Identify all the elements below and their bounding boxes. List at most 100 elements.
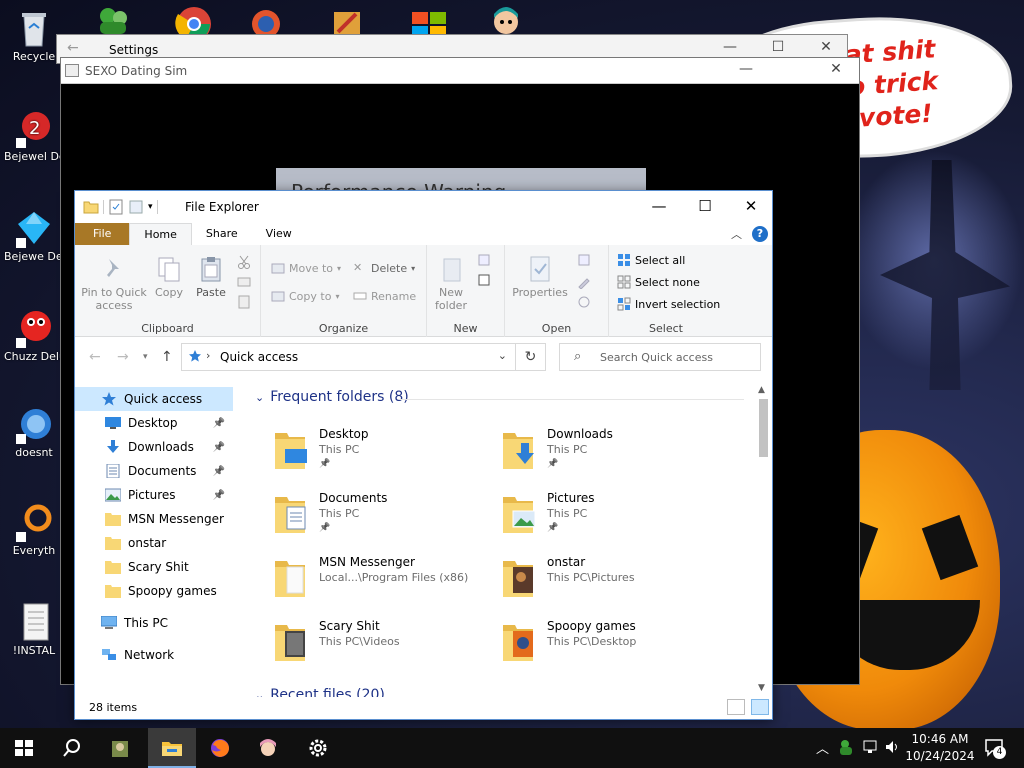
msn-tray-icon[interactable] <box>838 738 856 768</box>
refresh-button[interactable]: ↻ <box>516 343 546 371</box>
folder-tile-downloads[interactable]: Downloads This PC 📌 <box>503 423 723 479</box>
copy-to-button[interactable]: Copy to ▾ <box>271 289 339 303</box>
address-dropdown-icon[interactable]: ⌄ <box>498 349 507 362</box>
sidebar-item-scary-shit[interactable]: Scary Shit <box>75 555 233 579</box>
taskbar-firefox[interactable] <box>196 728 244 768</box>
new-folder-button[interactable]: New folder <box>433 255 469 312</box>
search-box[interactable]: ⌕ Search Quick access <box>559 343 761 371</box>
taskbar-clock[interactable]: 10:46 AM 10/24/2024 <box>900 731 980 765</box>
network-tray-icon[interactable] <box>862 738 880 768</box>
sidebar-item-quick-access[interactable]: Quick access <box>75 387 233 411</box>
start-button[interactable] <box>0 728 48 768</box>
sidebar-item-network[interactable]: Network <box>75 643 233 667</box>
copy-path-icon[interactable] <box>237 275 251 289</box>
paste-shortcut-icon[interactable] <box>237 295 251 309</box>
large-icons-view-icon[interactable] <box>751 699 769 715</box>
taskbar-settings[interactable] <box>294 728 342 768</box>
game-desktop-icon[interactable] <box>330 4 374 34</box>
rename-button[interactable]: Rename <box>353 289 416 303</box>
select-all-button[interactable]: Select all <box>617 253 685 267</box>
close-icon[interactable]: ✕ <box>813 61 859 77</box>
tab-view[interactable]: View <box>252 223 306 245</box>
invert-selection-button[interactable]: Invert selection <box>617 297 720 311</box>
back-arrow-icon[interactable]: ← <box>89 349 101 365</box>
copy-button[interactable]: Copy <box>153 255 185 299</box>
minimize-icon[interactable]: — <box>707 39 753 55</box>
frequent-folders-header[interactable]: ⌄ Frequent folders (8) <box>255 389 409 405</box>
close-icon[interactable]: ✕ <box>728 191 774 223</box>
character-desktop-icon[interactable] <box>486 4 530 34</box>
scroll-down-icon[interactable]: ▼ <box>758 683 765 693</box>
edit-icon[interactable] <box>577 275 591 290</box>
folder-tile-pictures[interactable]: Pictures This PC 📌 <box>503 487 723 543</box>
tab-home[interactable]: Home <box>129 223 192 245</box>
sidebar-item-pictures[interactable]: Pictures 📌 <box>75 483 233 507</box>
install-desktop-icon[interactable]: !INSTAL <box>4 602 64 657</box>
folder-tile-onstar[interactable]: onstar This PC\Pictures <box>503 551 723 607</box>
properties-icon[interactable] <box>108 199 124 215</box>
new-item-icon[interactable] <box>477 253 491 267</box>
delete-button[interactable]: ✕ Delete ▾ <box>353 261 415 275</box>
open-icon[interactable] <box>577 253 591 267</box>
folder-tile-msn-messenger[interactable]: MSN Messenger Local...\Program Files (x86… <box>275 551 495 607</box>
maximize-icon[interactable]: ☐ <box>682 191 728 223</box>
game-window-titlebar[interactable]: SEXO Dating Sim — ✕ <box>61 58 859 84</box>
move-to-button[interactable]: Move to ▾ <box>271 261 341 275</box>
details-view-icon[interactable] <box>727 699 745 715</box>
notification-center-icon[interactable]: 4 <box>984 737 1006 768</box>
app-desktop-icon[interactable] <box>248 4 292 38</box>
pin-to-quick-access-button[interactable]: Pin to Quick access <box>81 255 147 312</box>
msn-messenger-desktop-icon[interactable] <box>92 4 136 34</box>
sidebar-item-documents[interactable]: Documents 📌 <box>75 459 233 483</box>
scroll-up-icon[interactable]: ▲ <box>758 385 765 395</box>
sidebar-item-this-pc[interactable]: This PC <box>75 611 233 635</box>
bejeweled-desktop-icon[interactable]: 2 Bejewel Delux <box>4 108 64 163</box>
address-bar[interactable]: › Quick access ⌄ <box>181 343 516 371</box>
collapse-ribbon-icon[interactable]: ︿ <box>731 226 742 242</box>
sidebar-item-desktop[interactable]: Desktop 📌 <box>75 411 233 435</box>
sidebar-item-onstar[interactable]: onstar <box>75 531 233 555</box>
back-arrow-icon[interactable]: ← <box>67 40 79 56</box>
everything-desktop-icon[interactable]: Everyth <box>4 502 64 557</box>
tab-file[interactable]: File <box>75 223 130 245</box>
sidebar-item-msn-messenger[interactable]: MSN Messenger <box>75 507 233 531</box>
search-button[interactable] <box>48 728 96 768</box>
cut-icon[interactable] <box>237 255 251 269</box>
close-icon[interactable]: ✕ <box>803 39 849 55</box>
properties-button[interactable]: Properties <box>511 255 569 299</box>
file-explorer-window[interactable]: ▾ File Explorer — ☐ ✕ File Home Share Vi… <box>74 190 773 720</box>
chuzzle-desktop-icon[interactable]: Chuzz Delux <box>4 308 64 363</box>
breadcrumb-chevron-icon[interactable]: › <box>206 349 210 362</box>
sidebar-item-downloads[interactable]: Downloads 📌 <box>75 435 233 459</box>
new-folder-icon[interactable] <box>128 199 144 215</box>
folder-tile-desktop[interactable]: Desktop This PC 📌 <box>275 423 495 479</box>
vertical-scrollbar[interactable]: ▲ ▼ <box>755 379 772 697</box>
tab-share[interactable]: Share <box>192 223 252 245</box>
taskbar-character-app[interactable] <box>244 728 292 768</box>
windows-desktop-icon[interactable] <box>408 4 452 34</box>
help-icon[interactable]: ? <box>752 226 768 242</box>
up-arrow-icon[interactable]: ↑ <box>161 349 173 365</box>
easy-access-icon[interactable] <box>477 273 491 287</box>
doesnt-desktop-icon[interactable]: doesnt <box>4 404 64 459</box>
taskbar-game-app[interactable] <box>96 728 144 768</box>
recycle-bin-desktop-icon[interactable]: Recycle <box>4 8 64 63</box>
show-hidden-icons-icon[interactable]: ︿ <box>816 738 829 768</box>
maximize-icon[interactable]: ☐ <box>755 39 801 55</box>
select-none-button[interactable]: Select none <box>617 275 700 289</box>
recent-locations-icon[interactable]: ▾ <box>143 352 148 362</box>
sidebar-item-spoopy-games[interactable]: Spoopy games <box>75 579 233 603</box>
search-input[interactable]: Search Quick access <box>600 351 713 364</box>
folder-tile-documents[interactable]: Documents This PC 📌 <box>275 487 495 543</box>
folder-tile-spoopy-games[interactable]: Spoopy games This PC\Desktop <box>503 615 723 671</box>
taskbar-file-explorer[interactable] <box>148 728 196 768</box>
breadcrumb-quick-access[interactable]: Quick access <box>220 350 298 364</box>
history-icon[interactable] <box>577 295 591 309</box>
bejeweled-3-desktop-icon[interactable]: Bejewe Delux <box>4 208 64 263</box>
chrome-desktop-icon[interactable] <box>170 4 214 41</box>
minimize-icon[interactable]: — <box>636 191 682 223</box>
customize-toolbar-icon[interactable]: ▾ <box>148 202 153 212</box>
paste-button[interactable]: Paste <box>193 255 229 299</box>
explorer-titlebar[interactable]: ▾ File Explorer — ☐ ✕ <box>75 191 772 223</box>
scroll-thumb[interactable] <box>759 399 768 457</box>
